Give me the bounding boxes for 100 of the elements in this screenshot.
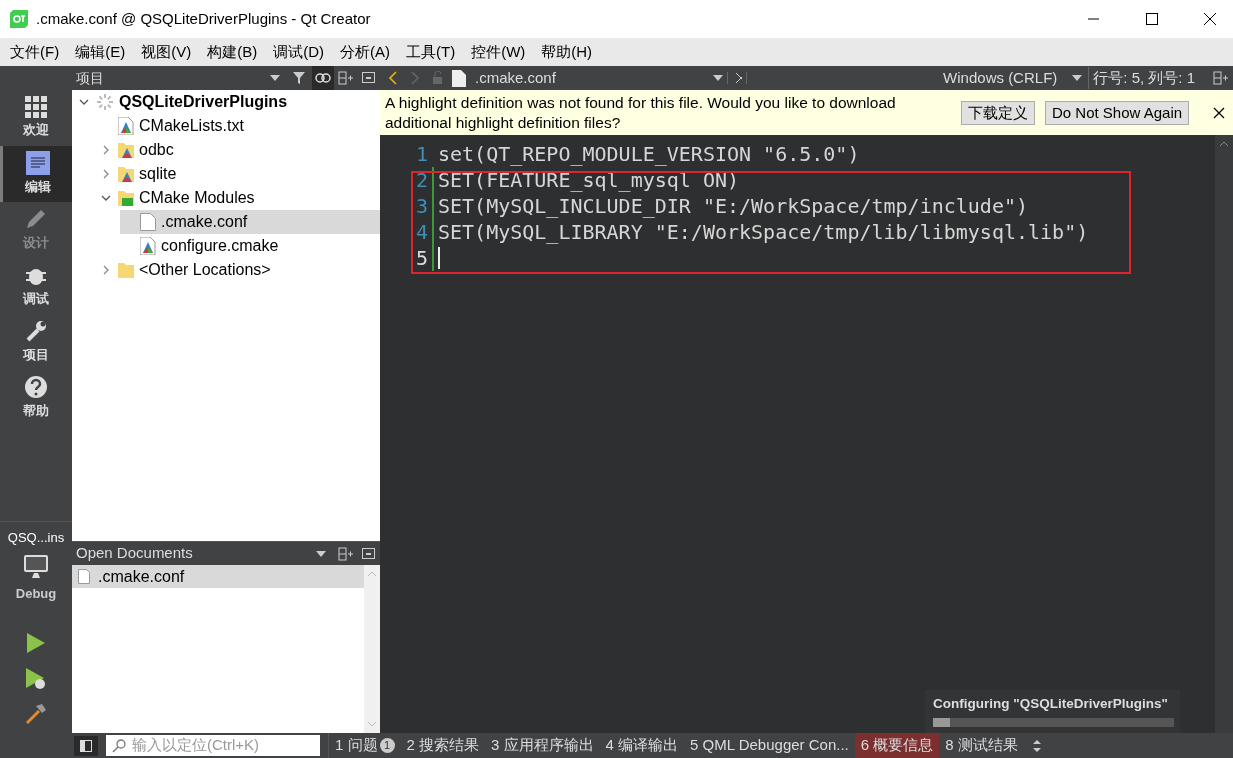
close-icon xyxy=(1204,13,1216,25)
split-icon[interactable] xyxy=(338,546,354,561)
tree-item[interactable]: CMakeLists.txt xyxy=(98,114,380,138)
link-icon[interactable] xyxy=(315,73,331,83)
menu-item[interactable]: 构建(B) xyxy=(199,40,266,64)
mode-button[interactable]: 编辑 xyxy=(0,146,72,202)
tree-item[interactable]: <Other Locations> xyxy=(98,258,380,282)
tree-item-label: CMakeLists.txt xyxy=(139,116,244,136)
output-pane-button[interactable]: 6 概要信息 xyxy=(854,733,940,758)
tree-item-label: odbc xyxy=(139,140,174,160)
tree-item-label: <Other Locations> xyxy=(139,260,271,280)
line-number: 4 xyxy=(414,219,429,246)
code-line: SET(MySQL_INCLUDE_DIR "E:/WorkSpace/tmp/include") xyxy=(438,193,1028,220)
play-icon xyxy=(26,632,46,654)
panel-title: Open Documents xyxy=(76,543,194,564)
line-number: 3 xyxy=(414,193,429,220)
close-panel-icon[interactable] xyxy=(362,547,376,560)
code-line: set(QT_REPO_MODULE_VERSION "6.5.0") xyxy=(438,141,860,168)
sidebar-toggle-button[interactable] xyxy=(74,735,98,756)
kit-selector[interactable]: Debug xyxy=(15,553,57,603)
close-document-icon[interactable] xyxy=(727,72,747,84)
split-icon[interactable] xyxy=(1213,71,1229,85)
split-icon[interactable] xyxy=(338,71,354,85)
scroll-up-icon[interactable] xyxy=(1220,141,1228,146)
sidebar-icon xyxy=(80,739,92,752)
locator-field[interactable]: 输入以定位(Ctrl+K) xyxy=(106,735,320,756)
output-pane-button[interactable]: 5 QML Debugger Con... xyxy=(684,733,855,758)
modules-folder-icon xyxy=(118,189,134,207)
scrollbar[interactable] xyxy=(1215,135,1233,733)
info-message: A highlight definition was not found for this file. Would you like to download additional highlight definition files? xyxy=(385,92,897,133)
tree-item[interactable]: .cmake.conf xyxy=(120,210,380,234)
cmake-folder-icon xyxy=(118,141,134,159)
tree-item-label: QSQLiteDriverPlugins xyxy=(119,92,288,112)
menu-item[interactable]: 调试(D) xyxy=(265,40,332,64)
dropdown-icon[interactable] xyxy=(713,75,723,81)
app-logo-icon xyxy=(10,10,28,28)
line-ending-selector[interactable]: Windows (CRLF) xyxy=(943,66,1058,90)
cmake-folder-icon xyxy=(118,165,134,183)
output-pane-button[interactable]: 8 测试结果 xyxy=(939,733,1024,758)
menu-item[interactable]: 控件(W) xyxy=(463,40,534,64)
menu-item[interactable]: 文件(F) xyxy=(2,40,68,64)
menu-item[interactable]: 帮助(H) xyxy=(533,40,601,64)
file-icon xyxy=(78,569,90,584)
close-icon[interactable] xyxy=(1213,106,1225,119)
file-icon xyxy=(140,213,156,231)
code-line: SET(FEATURE_sql_mysql ON) xyxy=(438,167,740,194)
tree-item[interactable]: CMake Modules xyxy=(98,186,380,210)
help-icon xyxy=(24,375,48,400)
wrench-icon xyxy=(24,319,48,344)
window-title: .cmake.conf @ QSQLiteDriverPlugins - Qt Creator xyxy=(36,8,371,29)
mode-label: 调试 xyxy=(23,290,49,309)
maximize-icon xyxy=(1146,13,1158,25)
mode-label: 编辑 xyxy=(24,178,51,197)
close-panel-icon[interactable] xyxy=(362,72,376,84)
menu-item[interactable]: 视图(V) xyxy=(133,40,200,64)
document-item[interactable]: .cmake.conf xyxy=(72,565,364,588)
spinner-icon xyxy=(96,93,114,111)
dropdown-icon[interactable] xyxy=(270,75,280,81)
tree-item[interactable]: QSQLiteDriverPlugins xyxy=(76,90,380,114)
search-icon xyxy=(112,738,128,753)
menu-item[interactable]: 分析(A) xyxy=(332,40,398,64)
folder-icon xyxy=(118,261,134,279)
infobar-button[interactable]: 下载定义 xyxy=(961,100,1035,125)
mode-label: 帮助 xyxy=(23,402,49,421)
cmake-file-icon xyxy=(140,237,156,255)
grid-icon xyxy=(25,96,47,119)
dropdown-icon[interactable] xyxy=(1072,75,1083,81)
filter-icon[interactable] xyxy=(292,71,308,85)
tree-item[interactable]: odbc xyxy=(98,138,380,162)
file-icon xyxy=(452,69,466,87)
tree-item-label: .cmake.conf xyxy=(161,212,248,232)
mode-label: 欢迎 xyxy=(23,121,49,140)
tree-item-label: sqlite xyxy=(139,164,177,184)
cursor-position[interactable]: 行号: 5, 列号: 1 xyxy=(1088,66,1195,90)
infobar-button[interactable]: Do Not Show Again xyxy=(1045,100,1190,125)
output-pane-button[interactable]: 4 编译输出 xyxy=(599,733,685,758)
line-number: 2 xyxy=(414,167,429,194)
mode-label: 设计 xyxy=(23,234,49,253)
play-bug-icon xyxy=(25,667,47,691)
menu-item[interactable]: 编辑(E) xyxy=(67,40,134,64)
line-number: 5 xyxy=(414,245,429,272)
back-icon[interactable] xyxy=(388,71,398,85)
up-down-icon[interactable] xyxy=(1031,738,1042,753)
tree-item-label: CMake Modules xyxy=(139,188,255,208)
document-icon xyxy=(25,151,50,176)
file-name[interactable]: .cmake.conf xyxy=(475,66,713,90)
hammer-icon xyxy=(24,701,48,725)
code-line: SET(MySQL_LIBRARY "E:/WorkSpace/tmp/lib/libmysql.lib") xyxy=(438,219,1089,246)
output-pane-button[interactable]: 1 问题 1 xyxy=(329,733,401,758)
kit-project-label: QSQ...ins xyxy=(7,529,65,547)
tree-item[interactable]: configure.cmake xyxy=(120,234,380,258)
line-number: 1 xyxy=(414,141,429,168)
dropdown-icon[interactable] xyxy=(316,550,326,557)
output-pane-button[interactable]: 2 搜索结果 xyxy=(400,733,486,758)
tree-item[interactable]: sqlite xyxy=(98,162,380,186)
panel-title: 项目 xyxy=(76,68,105,88)
menu-item[interactable]: 工具(T) xyxy=(398,40,464,64)
build-config-label: Debug xyxy=(15,584,57,603)
output-pane-button[interactable]: 3 应用程序输出 xyxy=(485,733,600,758)
progress-title: Configuring "QSQLiteDriverPlugins" xyxy=(933,695,1169,713)
